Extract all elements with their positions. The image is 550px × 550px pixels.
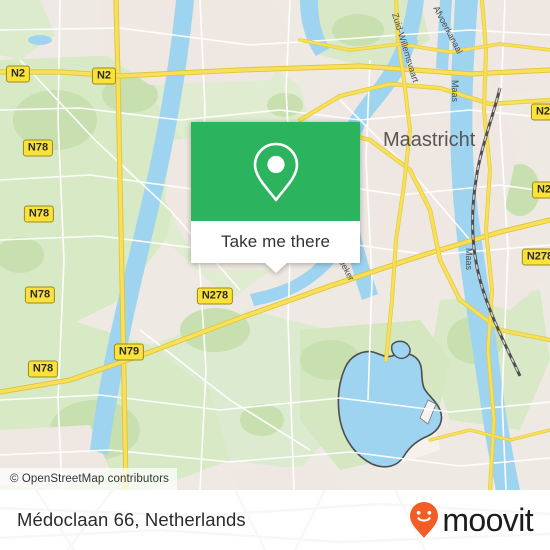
- road-shield-label: N2: [535, 105, 550, 118]
- road-shield-label: N78: [29, 288, 51, 301]
- moovit-location-share-card: Maastricht Zuid-Willemsvaart Afvoerkanaal…: [0, 0, 550, 550]
- road-shield: N2: [530, 103, 550, 121]
- location-title: Médoclaan 66, Netherlands: [17, 490, 246, 550]
- road-shield: N2: [531, 181, 550, 199]
- callout-header: [191, 122, 360, 221]
- road-shield: N78: [23, 205, 55, 223]
- road-shield: N278: [196, 287, 234, 305]
- road-shield-label: N78: [32, 362, 54, 375]
- road-shield: N78: [24, 286, 56, 304]
- moovit-pin-smile-icon: [410, 502, 439, 538]
- road-shield: N78: [22, 139, 54, 157]
- moovit-wordmark: moovit: [442, 502, 533, 538]
- road-shield-label: N78: [28, 207, 50, 220]
- road-shield-label: N2: [536, 183, 550, 196]
- take-me-there-callout[interactable]: Take me there: [191, 122, 360, 273]
- road-shield-label: N278: [201, 289, 229, 302]
- osm-attribution-text: © OpenStreetMap contributors: [10, 473, 169, 485]
- road-shield-label: N2: [10, 67, 26, 80]
- location-pin-icon: [253, 142, 298, 201]
- road-shield: N2: [5, 65, 31, 83]
- road-shield-label: N78: [27, 141, 49, 154]
- road-shield-label: N2: [96, 69, 112, 82]
- osm-attribution[interactable]: © OpenStreetMap contributors: [0, 468, 177, 490]
- callout-tail-pointer: [264, 263, 287, 273]
- road-shield-label: N278: [526, 250, 550, 263]
- road-shield: N2: [91, 67, 117, 85]
- take-me-there-label: Take me there: [220, 232, 331, 251]
- footer-bar: Médoclaan 66, Netherlands moovit: [0, 490, 550, 550]
- moovit-brand[interactable]: moovit: [409, 490, 534, 550]
- road-shield-label: N79: [118, 345, 140, 358]
- road-shield: N78: [27, 360, 59, 378]
- road-shield: N278: [521, 248, 550, 266]
- callout-action-bar[interactable]: Take me there: [191, 221, 360, 263]
- road-shield: N79: [113, 343, 145, 361]
- location-title-text: Médoclaan 66, Netherlands: [17, 509, 246, 530]
